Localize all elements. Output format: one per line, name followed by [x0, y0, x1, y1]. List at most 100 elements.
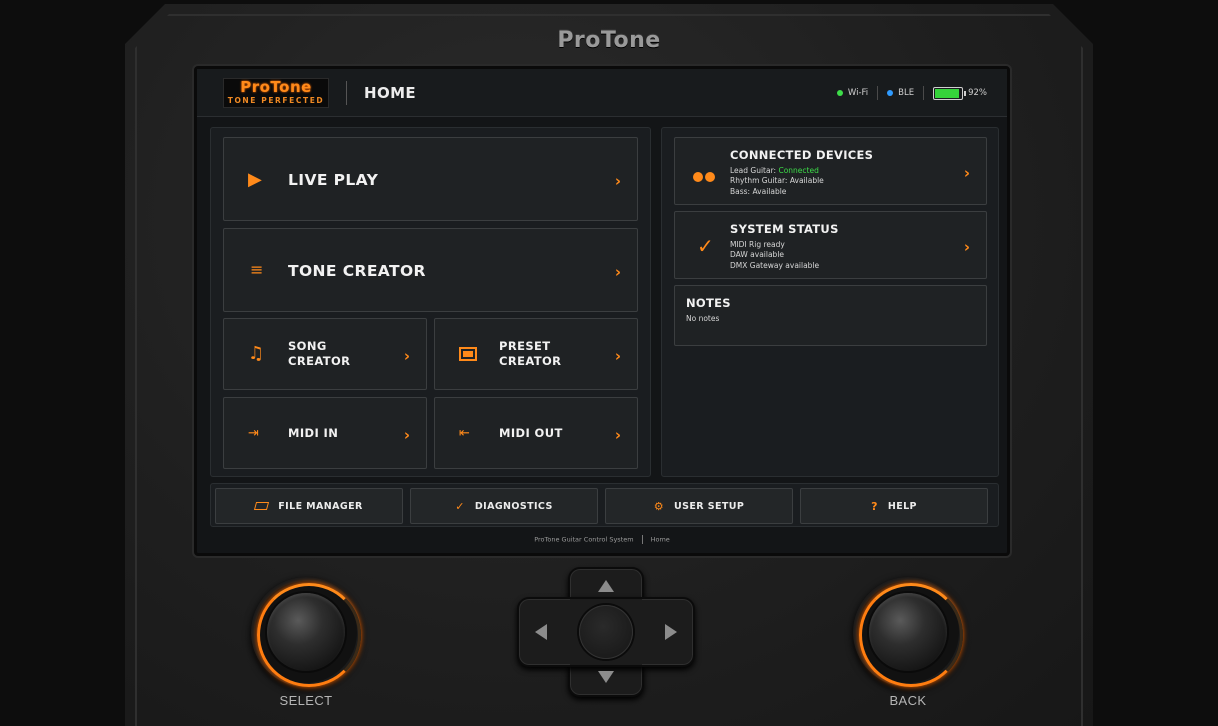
question-mark-icon: ?	[871, 499, 878, 513]
device-body: ProTone ProTone TONE PERFECTED HOME Wi-F…	[125, 4, 1093, 726]
file-manager-label: FILE MANAGER	[278, 500, 363, 512]
file-manager-button[interactable]: FILE MANAGER	[215, 488, 403, 524]
help-button[interactable]: ? HELP	[800, 488, 988, 524]
status-area: Wi-Fi BLE 92%	[836, 84, 987, 102]
midi-out-label: MIDI OUT	[499, 426, 563, 440]
breadcrumb-separator	[641, 535, 643, 544]
gear-icon: ⚙	[653, 499, 665, 513]
preset-creator-button[interactable]: PRESET CREATOR ›	[434, 318, 638, 390]
back-knob-cap	[869, 593, 947, 671]
status-separator	[877, 86, 879, 100]
topbar-divider	[346, 81, 347, 105]
select-knob-cap	[267, 593, 345, 671]
back-knob-label: BACK	[889, 693, 927, 708]
music-note-icon: ♫	[248, 343, 265, 364]
preset-creator-label-line2: CREATOR	[499, 354, 562, 368]
help-label: HELP	[887, 500, 917, 512]
back-knob[interactable]: BACK	[853, 577, 963, 708]
tone-creator-button[interactable]: ≡ TONE CREATOR ›	[223, 228, 638, 312]
lead-guitar-label: Lead Guitar:	[730, 166, 779, 175]
preset-creator-label: PRESET CREATOR	[499, 339, 589, 369]
select-knob-label: SELECT	[279, 693, 333, 708]
chevron-right-icon: ›	[403, 426, 410, 444]
battery-percent: 92%	[968, 88, 987, 98]
folder-icon	[254, 500, 270, 513]
battery-fill	[935, 88, 959, 98]
main-menu-panel: ▶ LIVE PLAY › ≡ TONE CREATOR › ♫ SONG CR…	[210, 127, 651, 477]
arrow-down-icon[interactable]	[598, 671, 614, 683]
device-brand: ProTone	[557, 28, 661, 53]
midi-in-label: MIDI IN	[288, 426, 339, 440]
chevron-right-icon: ›	[963, 238, 970, 256]
song-creator-label-line1: SONG	[288, 339, 327, 353]
song-creator-label-line2: CREATOR	[288, 354, 351, 368]
live-play-label: LIVE PLAY	[288, 171, 379, 189]
notes-card[interactable]: NOTES No notes	[674, 285, 987, 346]
wifi-status-dot-icon	[836, 90, 843, 96]
arrow-left-icon[interactable]	[535, 624, 547, 640]
chevron-right-icon: ›	[614, 347, 621, 365]
diagnostics-label: DIAGNOSTICS	[474, 500, 553, 512]
wifi-status[interactable]: Wi-Fi	[836, 88, 869, 98]
arrow-into-bar-icon: ⇥	[248, 426, 259, 441]
preset-creator-label-line1: PRESET	[499, 339, 551, 353]
status-panel: CONNECTED DEVICES Lead Guitar: Connected…	[661, 127, 999, 477]
battery-status: 92%	[933, 86, 987, 100]
notes-title: NOTES	[686, 296, 731, 310]
user-setup-label: USER SETUP	[674, 500, 745, 512]
connected-devices-icon	[693, 167, 715, 186]
diagnostics-button[interactable]: ✓ DIAGNOSTICS	[410, 488, 598, 524]
song-creator-label: SONG CREATOR	[288, 339, 378, 369]
rhythm-guitar-status: Rhythm Guitar: Available	[730, 176, 824, 186]
checkmark-icon: ✓	[455, 499, 465, 513]
arrow-up-icon[interactable]	[598, 580, 614, 592]
midi-rig-status: MIDI Rig ready	[730, 240, 785, 249]
arrow-out-bar-icon: ⇤	[459, 426, 470, 441]
logo-tagline: TONE PERFECTED	[227, 96, 325, 105]
battery-icon	[933, 86, 967, 100]
system-status-title: SYSTEM STATUS	[730, 222, 839, 236]
wifi-label: Wi-Fi	[847, 88, 869, 98]
bass-status: Bass: Available	[730, 186, 787, 196]
lead-guitar-status: Lead Guitar: Connected	[730, 166, 824, 176]
dmx-gateway-status: DMX Gateway available	[730, 260, 820, 270]
top-bar: ProTone TONE PERFECTED HOME Wi-Fi BLE 92…	[197, 69, 1007, 117]
system-status-card[interactable]: ✓ SYSTEM STATUS MIDI Rig ready DAW avail…	[674, 211, 987, 279]
directional-pad[interactable]	[517, 567, 695, 697]
live-play-button[interactable]: ▶ LIVE PLAY ›	[223, 137, 638, 221]
breadcrumb-home: Home	[650, 535, 670, 544]
system-status-list: MIDI Rig ready DAW available DMX Gateway…	[730, 240, 819, 271]
status-separator	[923, 86, 925, 100]
chevron-right-icon: ›	[614, 426, 621, 444]
daw-status: DAW available	[730, 250, 785, 260]
tone-creator-label: TONE CREATOR	[288, 262, 426, 280]
connected-devices-card[interactable]: CONNECTED DEVICES Lead Guitar: Connected…	[674, 137, 987, 205]
chevron-right-icon: ›	[403, 347, 410, 365]
protone-logo: ProTone TONE PERFECTED	[223, 78, 329, 108]
song-creator-button[interactable]: ♫ SONG CREATOR ›	[223, 318, 427, 390]
user-setup-button[interactable]: ⚙ USER SETUP	[605, 488, 793, 524]
select-knob[interactable]: SELECT	[251, 577, 361, 708]
system-name: ProTone Guitar Control System	[534, 535, 634, 544]
page-title: HOME	[364, 84, 417, 102]
midi-in-button[interactable]: ⇥ MIDI IN ›	[223, 397, 427, 469]
chevron-right-icon: ›	[963, 164, 970, 182]
connected-devices-title: CONNECTED DEVICES	[730, 148, 874, 162]
play-icon: ▶	[248, 169, 262, 190]
midi-out-button[interactable]: ⇤ MIDI OUT ›	[434, 397, 638, 469]
bottom-action-bar: FILE MANAGER ✓ DIAGNOSTICS ⚙ USER SETUP …	[210, 483, 999, 527]
checkmark-icon: ✓	[697, 234, 714, 258]
arrow-right-icon[interactable]	[665, 624, 677, 640]
chevron-right-icon: ›	[614, 263, 621, 281]
ble-status[interactable]: BLE	[887, 88, 914, 98]
lead-guitar-connected: Connected	[778, 166, 819, 175]
notes-text: No notes	[686, 314, 720, 323]
breadcrumb: ProTone Guitar Control System Home	[197, 535, 1007, 544]
chevron-right-icon: ›	[614, 172, 621, 190]
connected-devices-list: Lead Guitar: Connected Rhythm Guitar: Av…	[730, 166, 824, 197]
ble-label: BLE	[898, 88, 915, 98]
dpad-center-button[interactable]	[579, 605, 633, 659]
touch-screen: ProTone TONE PERFECTED HOME Wi-Fi BLE 92…	[194, 66, 1010, 556]
menu-lines-icon: ≡	[250, 260, 264, 279]
logo-main-text: ProTone	[240, 78, 312, 96]
